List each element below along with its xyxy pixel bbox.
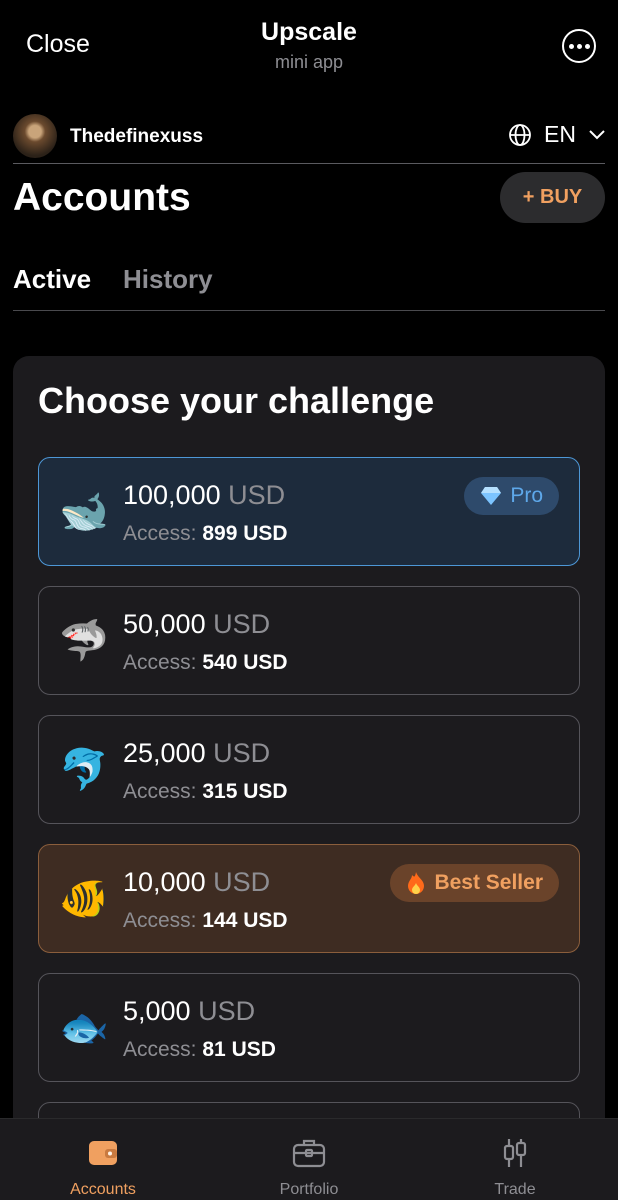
candlestick-icon bbox=[503, 1139, 527, 1167]
bottom-nav: Accounts Portfolio Trade bbox=[0, 1118, 618, 1200]
challenge-card: Choose your challenge 🐋 100,000 USD Acce… bbox=[13, 356, 605, 1136]
nav-accounts[interactable]: Accounts bbox=[0, 1119, 206, 1200]
tab-active[interactable]: Active bbox=[13, 264, 91, 295]
diamond-icon bbox=[481, 487, 502, 505]
app-title: Upscale bbox=[261, 18, 357, 46]
tabs-divider bbox=[13, 310, 605, 311]
best-seller-badge: Best Seller bbox=[390, 864, 559, 902]
avatar[interactable] bbox=[13, 114, 57, 158]
buy-button[interactable]: + BUY bbox=[500, 172, 605, 223]
more-options-icon[interactable] bbox=[562, 29, 596, 63]
nav-trade[interactable]: Trade bbox=[412, 1119, 618, 1200]
divider bbox=[13, 163, 605, 164]
shark-icon: 🦈 bbox=[59, 619, 109, 663]
challenge-title: Choose your challenge bbox=[38, 380, 435, 421]
nav-portfolio[interactable]: Portfolio bbox=[206, 1119, 412, 1200]
app-subtitle: mini app bbox=[274, 52, 344, 72]
chevron-down-icon bbox=[589, 129, 605, 139]
plan-access: Access: 899 USD bbox=[123, 522, 288, 545]
dolphin-icon: 🐬 bbox=[59, 748, 109, 792]
fire-icon bbox=[408, 872, 425, 894]
plan-amount: 100,000 USD bbox=[123, 480, 286, 510]
plan-option-100000[interactable]: 🐋 100,000 USD Access: 899 USD Pro bbox=[38, 457, 580, 566]
plan-amount: 50,000 USD bbox=[123, 609, 271, 639]
plan-amount: 25,000 USD bbox=[123, 738, 271, 768]
tropical-fish-icon: 🐠 bbox=[59, 877, 109, 921]
plan-option-10000[interactable]: 🐠 10,000 USD Access: 144 USD Best Seller bbox=[38, 844, 580, 953]
wallet-icon bbox=[89, 1141, 117, 1165]
whale-icon: 🐋 bbox=[59, 490, 109, 534]
language-code: EN bbox=[544, 121, 576, 147]
mini-app-header: Close Upscale mini app bbox=[0, 0, 618, 96]
plan-option-25000[interactable]: 🐬 25,000 USD Access: 315 USD bbox=[38, 715, 580, 824]
page-title: Accounts bbox=[13, 176, 191, 219]
pro-badge: Pro bbox=[464, 477, 559, 515]
globe-icon bbox=[509, 123, 531, 146]
language-selector[interactable]: EN bbox=[508, 121, 606, 148]
briefcase-icon bbox=[292, 1139, 326, 1168]
plan-amount: 10,000 USD bbox=[123, 867, 271, 897]
plan-access: Access: 540 USD bbox=[123, 651, 288, 674]
plan-option-50000[interactable]: 🦈 50,000 USD Access: 540 USD bbox=[38, 586, 580, 695]
plan-access: Access: 315 USD bbox=[123, 780, 288, 803]
tab-history[interactable]: History bbox=[123, 264, 213, 295]
username: Thedefinexuss bbox=[70, 126, 204, 147]
plan-access: Access: 144 USD bbox=[123, 909, 288, 932]
plan-access: Access: 81 USD bbox=[123, 1038, 276, 1061]
fish-icon: 🐟 bbox=[59, 1006, 109, 1050]
plan-amount: 5,000 USD bbox=[123, 996, 256, 1026]
plan-option-5000[interactable]: 🐟 5,000 USD Access: 81 USD bbox=[38, 973, 580, 1082]
